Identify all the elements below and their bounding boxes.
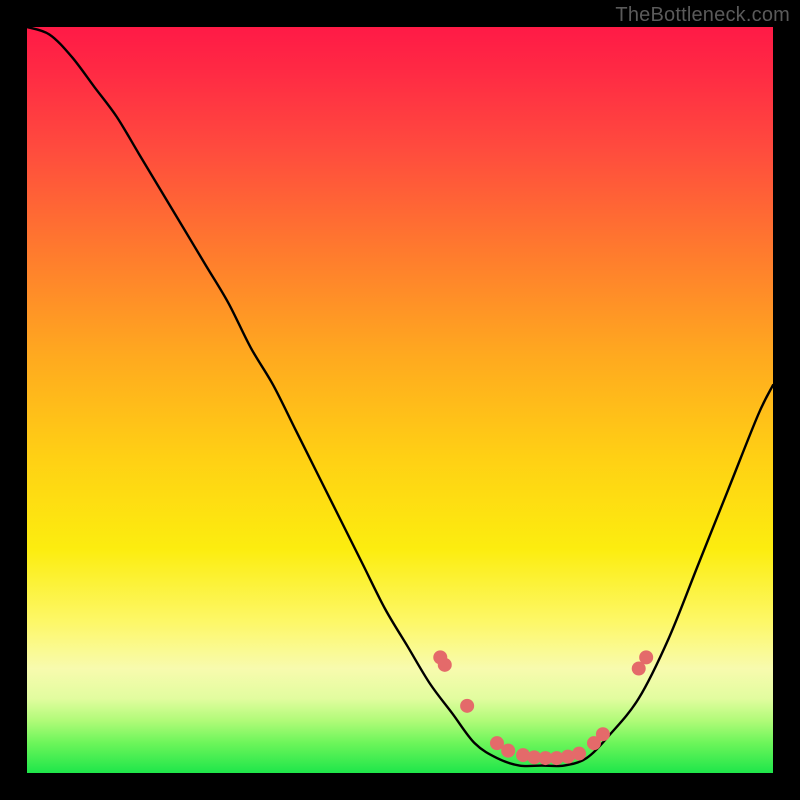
plot-area xyxy=(27,27,773,773)
data-marker xyxy=(438,658,452,672)
data-marker xyxy=(460,699,474,713)
chart-svg xyxy=(27,27,773,773)
bottleneck-curve xyxy=(27,27,773,766)
data-marker xyxy=(501,744,515,758)
marker-group xyxy=(433,650,653,765)
data-marker xyxy=(596,727,610,741)
data-marker xyxy=(639,650,653,664)
chart-frame: TheBottleneck.com xyxy=(0,0,800,800)
data-marker xyxy=(572,747,586,761)
watermark-text: TheBottleneck.com xyxy=(615,4,790,27)
